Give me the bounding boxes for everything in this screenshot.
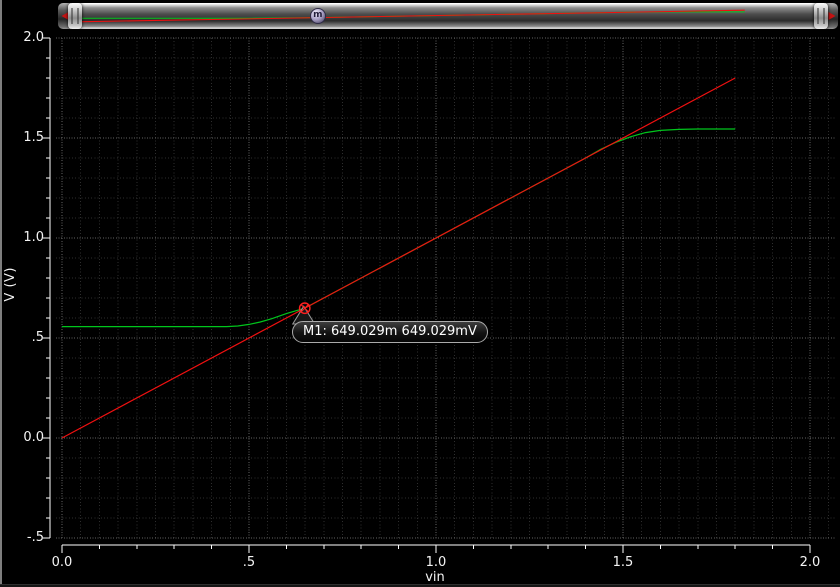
grip-icon: [71, 8, 79, 24]
zoom-handle-right[interactable]: [814, 3, 828, 29]
marker-badge-label: m: [313, 10, 323, 20]
x-tick-label: 1.0: [425, 555, 447, 570]
plot-canvas[interactable]: [0, 0, 840, 587]
y-tick-label: 1.5: [23, 130, 44, 145]
zoom-handle-left[interactable]: [68, 3, 82, 29]
vin-reference-thumbnail-curve: [77, 9, 745, 23]
overview-track[interactable]: m: [77, 3, 819, 29]
marker-readout-tooltip[interactable]: M1: 649.029m 649.029mV: [292, 321, 488, 343]
marker-badge[interactable]: m: [309, 8, 326, 24]
vout-thumbnail-curve: [77, 11, 745, 19]
y-tick-label: 0.0: [23, 430, 44, 445]
overview-scrollbar[interactable]: m: [58, 3, 838, 29]
y-axis-title: V (V): [3, 267, 18, 302]
x-tick-label: .5: [242, 555, 256, 570]
x-tick-label: 2.0: [799, 555, 821, 570]
y-tick-label: .5: [31, 330, 44, 345]
grip-icon: [817, 8, 825, 24]
waveform-viewer-window: m V (V) vin M1: 649.029m 649.029mV 2.0 1.…: [0, 0, 840, 587]
y-tick-label: -.5: [26, 530, 44, 545]
left-arrow-icon: [61, 12, 68, 20]
y-tick-label: 1.0: [23, 230, 44, 245]
y-tick-label: 2.0: [23, 30, 44, 45]
x-axis-title: vin: [425, 570, 445, 585]
x-tick-label: 1.5: [612, 555, 634, 570]
x-tick-label: 0.0: [51, 555, 73, 570]
overview-waveform-thumbnail: [77, 9, 745, 23]
right-arrow-icon: [828, 12, 835, 20]
